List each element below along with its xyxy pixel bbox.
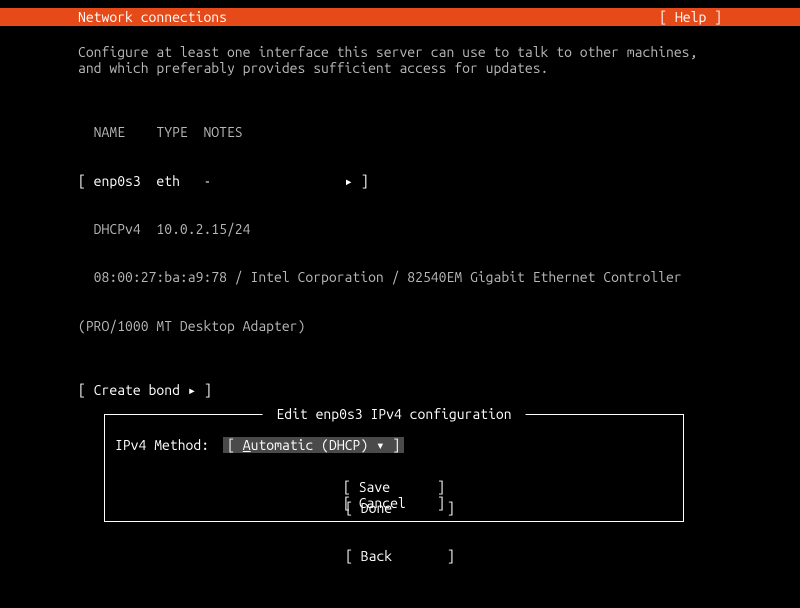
done-button[interactable]: [ Done ] [0,500,800,516]
page-title: Network connections [78,9,227,25]
intro-line1: Configure at least one interface this se… [78,44,722,60]
dialog-title: Edit enp0s3 IPv4 configuration [263,406,526,422]
create-bond-button[interactable]: [ Create bond ▸ ] [78,382,722,398]
ipv4-method-row: IPv4 Method: [ Automatic (DHCP) ▾ ] [115,437,673,453]
iface-row-enp0s3[interactable]: [ enp0s3 eth - ▸ ] [78,173,722,189]
bottom-button-bar: [ Done ] [ Back ] [0,467,800,580]
iface-dhcp-line: DHCPv4 10.0.2.15/24 [78,221,722,237]
ipv4-method-dropdown[interactable]: [ Automatic (DHCP) ▾ ] [223,437,404,453]
intro-line2: and which preferably provides sufficient… [78,60,722,76]
help-button[interactable]: [ Help ] [659,9,722,25]
header-bar: Network connections [ Help ] [0,8,800,26]
iface-header-row: NAME TYPE NOTES [78,124,722,140]
interface-table: NAME TYPE NOTES [ enp0s3 eth - ▸ ] DHCPv… [78,92,722,366]
dropdown-open-bracket: [ [227,437,243,453]
main-area: Configure at least one interface this se… [0,26,800,522]
dropdown-value: utomatic (DHCP) ▾ ] [251,437,401,453]
iface-adapter-line: (PRO/1000 MT Desktop Adapter) [78,318,722,334]
ipv4-method-label: IPv4 Method: [115,437,209,453]
intro-text: Configure at least one interface this se… [78,44,722,76]
iface-mac-line: 08:00:27:ba:a9:78 / Intel Corporation / … [78,269,722,285]
dropdown-accel-char: A [243,437,251,453]
back-button[interactable]: [ Back ] [0,548,800,564]
